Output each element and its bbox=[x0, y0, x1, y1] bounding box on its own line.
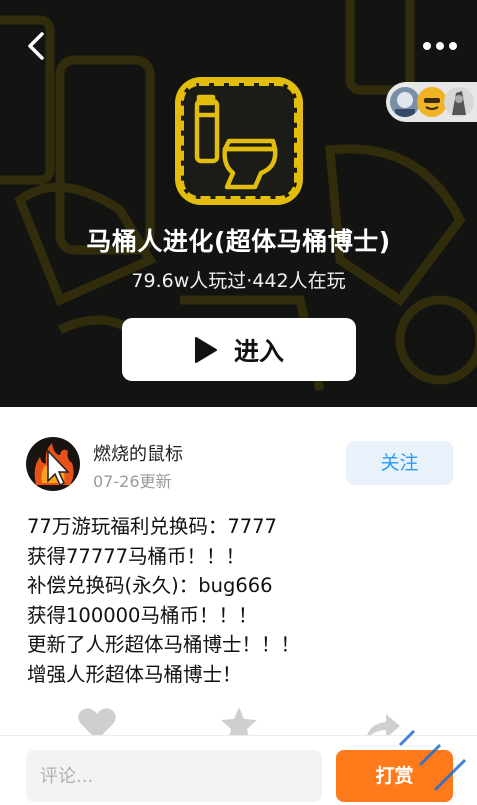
post-content: 77万游玩福利兑换码：7777 获得77777马桶币！！！ 补偿兑换码(永久)：… bbox=[27, 512, 457, 690]
post-line: 获得100000马桶币！！！ bbox=[27, 603, 258, 627]
enter-game-button[interactable]: 进入 bbox=[122, 318, 356, 381]
follow-button[interactable]: 关注 bbox=[346, 441, 453, 485]
post-line: 补偿兑换码(永久)：bug666 bbox=[27, 574, 273, 598]
post-date: 07-26更新 bbox=[93, 472, 172, 491]
toilet-icon bbox=[178, 80, 300, 202]
post-line: 增强人形超体马桶博士！ bbox=[27, 662, 242, 686]
game-title: 马桶人进化(超体马桶博士) bbox=[86, 227, 391, 256]
recent-players[interactable] bbox=[386, 82, 477, 122]
comment-input[interactable] bbox=[26, 750, 322, 802]
post-line: 获得77777马桶币！！！ bbox=[27, 544, 246, 568]
play-icon bbox=[194, 336, 217, 363]
game-play-stats: 79.6w人玩过·442人在玩 bbox=[131, 270, 346, 292]
game-hero: 马桶人进化(超体马桶博士) 79.6w人玩过·442人在玩 进入 bbox=[0, 0, 477, 407]
author-avatar[interactable] bbox=[26, 437, 80, 491]
player-avatar bbox=[417, 87, 447, 117]
post-line: 更新了人形超体马桶博士！！！ bbox=[27, 633, 301, 657]
tip-button[interactable]: 打赏 bbox=[336, 750, 453, 802]
player-avatar bbox=[390, 87, 420, 117]
player-avatar bbox=[444, 87, 474, 117]
author-name[interactable]: 燃烧的鼠标 bbox=[93, 440, 183, 466]
more-dots-icon[interactable] bbox=[418, 34, 462, 58]
post-line: 77万游玩福利兑换码：7777 bbox=[27, 515, 277, 538]
game-icon bbox=[175, 77, 303, 205]
flaming-cursor-icon bbox=[34, 443, 74, 487]
back-arrow-icon[interactable] bbox=[20, 28, 52, 64]
enter-game-label: 进入 bbox=[233, 336, 284, 366]
